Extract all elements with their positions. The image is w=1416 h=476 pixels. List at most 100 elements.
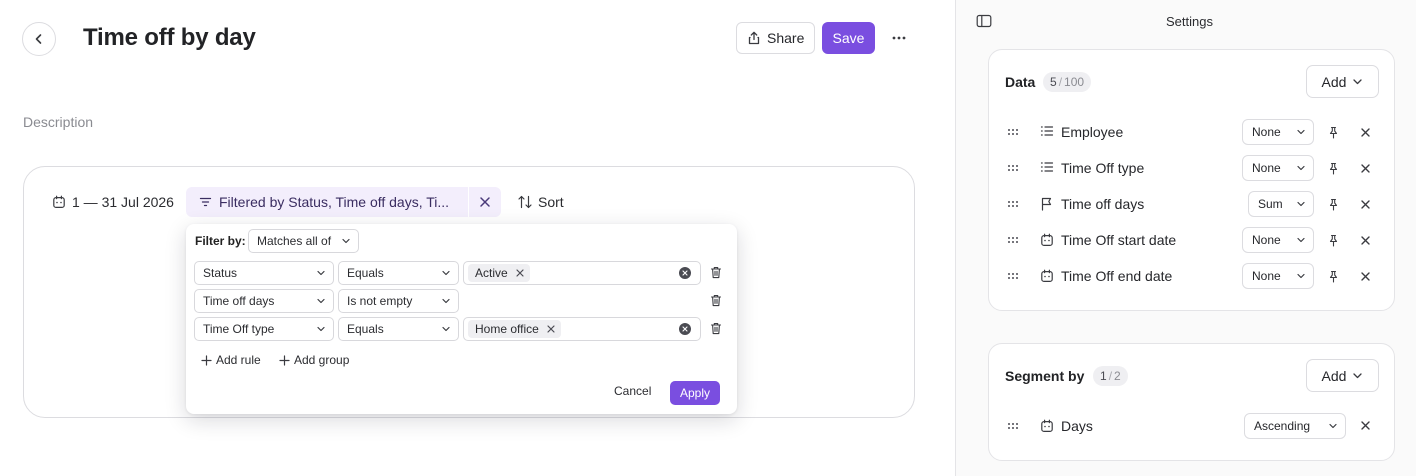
chevron-down-icon — [442, 326, 450, 332]
aggregation-value: None — [1252, 269, 1281, 283]
rule-operator-select[interactable]: Equals — [338, 317, 459, 341]
date-range-button[interactable]: 1 — 31 Jul 2026 — [52, 191, 174, 213]
description-input[interactable]: Description — [23, 114, 93, 130]
remove-tag-icon[interactable] — [516, 269, 524, 277]
add-rule-button[interactable]: Add rule — [201, 353, 261, 367]
value-tag: Active — [468, 264, 530, 282]
segment-order-select[interactable]: Ascending — [1244, 413, 1346, 439]
pin-button[interactable] — [1328, 234, 1339, 247]
rule-value-input[interactable]: Home office — [463, 317, 701, 341]
segment-count: 1 — [1100, 369, 1107, 383]
calendar-icon — [1040, 419, 1054, 433]
aggregation-select[interactable]: None — [1242, 155, 1314, 181]
remove-data-button[interactable] — [1360, 271, 1371, 282]
remove-data-button[interactable] — [1360, 127, 1371, 138]
rule-field-value: Time Off type — [203, 322, 275, 336]
clear-filters-button[interactable] — [469, 187, 501, 217]
clear-value-icon[interactable] — [679, 323, 691, 335]
date-range-label: 1 — 31 Jul 2026 — [72, 194, 174, 210]
chevron-down-icon — [342, 238, 350, 244]
add-group-button[interactable]: Add group — [279, 353, 349, 367]
remove-segment-button[interactable] — [1360, 420, 1371, 431]
drag-handle-icon[interactable] — [1007, 270, 1019, 282]
chevron-down-icon — [1353, 79, 1363, 85]
segment-count-badge: 1/2 — [1093, 366, 1128, 386]
add-segment-button[interactable]: Add — [1306, 359, 1379, 392]
drag-handle-icon[interactable] — [1007, 420, 1019, 432]
share-icon — [748, 31, 760, 45]
more-options-button[interactable] — [888, 28, 910, 48]
trash-icon — [710, 323, 722, 335]
pin-icon — [1329, 162, 1338, 175]
pin-icon — [1329, 126, 1338, 139]
segment-item-label: Days — [1061, 418, 1093, 434]
rule-field-value: Time off days — [203, 294, 275, 308]
value-tag-label: Active — [475, 266, 508, 280]
drag-handle-icon[interactable] — [1007, 162, 1019, 174]
delete-rule-button[interactable] — [710, 322, 722, 335]
calendar-icon — [1040, 233, 1054, 247]
toggle-panel-button[interactable] — [976, 14, 992, 28]
apply-button[interactable]: Apply — [670, 381, 720, 405]
aggregation-select[interactable]: None — [1242, 263, 1314, 289]
drag-handle-icon[interactable] — [1007, 234, 1019, 246]
back-button[interactable] — [22, 22, 56, 56]
close-icon — [1361, 272, 1370, 281]
chevron-down-icon — [1297, 201, 1305, 207]
chevron-down-icon — [1297, 129, 1305, 135]
remove-data-button[interactable] — [1360, 199, 1371, 210]
filter-summary-label: Filtered by Status, Time off days, Ti... — [219, 194, 450, 210]
calendar-icon — [53, 195, 65, 209]
save-button[interactable]: Save — [822, 22, 875, 54]
pin-button[interactable] — [1328, 198, 1339, 211]
share-button[interactable]: Share — [736, 22, 816, 54]
more-horizontal-icon — [892, 36, 906, 40]
add-data-label: Add — [1321, 73, 1347, 90]
clear-value-icon[interactable] — [679, 267, 691, 279]
aggregation-value: Sum — [1258, 197, 1283, 211]
rule-operator-select[interactable]: Equals — [338, 261, 459, 285]
rule-field-select[interactable]: Status — [194, 261, 334, 285]
delete-rule-button[interactable] — [710, 266, 722, 279]
close-icon — [480, 197, 490, 207]
rule-operator-select[interactable]: Is not empty — [338, 289, 459, 313]
aggregation-select[interactable]: None — [1242, 227, 1314, 253]
chevron-down-icon — [1297, 273, 1305, 279]
close-icon — [1361, 128, 1370, 137]
pin-button[interactable] — [1328, 270, 1339, 283]
delete-rule-button[interactable] — [710, 294, 722, 307]
page-title[interactable]: Time off by day — [83, 24, 256, 52]
rule-operator-value: Equals — [347, 322, 384, 336]
aggregation-select[interactable]: Sum — [1248, 191, 1314, 217]
remove-data-button[interactable] — [1360, 163, 1371, 174]
segment-limit: 2 — [1114, 369, 1121, 383]
add-rule-label: Add rule — [216, 353, 261, 367]
add-data-button[interactable]: Add — [1306, 65, 1379, 98]
match-mode-value: Matches all of — [257, 234, 332, 248]
match-mode-select[interactable]: Matches all of — [248, 229, 359, 253]
chevron-down-icon — [1297, 165, 1305, 171]
drag-handle-icon[interactable] — [1007, 198, 1019, 210]
filter-summary-button[interactable]: Filtered by Status, Time off days, Ti... — [186, 187, 468, 217]
sort-button[interactable]: Sort — [517, 191, 564, 213]
flag-icon — [1040, 197, 1054, 211]
data-item-label: Time off days — [1061, 196, 1145, 212]
remove-tag-icon[interactable] — [547, 325, 555, 333]
chevron-down-icon — [317, 270, 325, 276]
rule-value-input[interactable]: Active — [463, 261, 701, 285]
aggregation-value: None — [1252, 161, 1281, 175]
segment-section-title: Segment by — [1005, 368, 1085, 384]
remove-data-button[interactable] — [1360, 235, 1371, 246]
cancel-button[interactable]: Cancel — [614, 384, 651, 398]
pin-button[interactable] — [1328, 162, 1339, 175]
rule-field-select[interactable]: Time Off type — [194, 317, 334, 341]
drag-handle-icon[interactable] — [1007, 126, 1019, 138]
rule-field-select[interactable]: Time off days — [194, 289, 334, 313]
pin-icon — [1329, 270, 1338, 283]
calendar-icon — [1040, 269, 1054, 283]
aggregation-select[interactable]: None — [1242, 119, 1314, 145]
sidebar-panel-icon — [976, 14, 992, 28]
trash-icon — [710, 267, 722, 279]
close-icon — [1361, 421, 1370, 430]
pin-button[interactable] — [1328, 126, 1339, 139]
